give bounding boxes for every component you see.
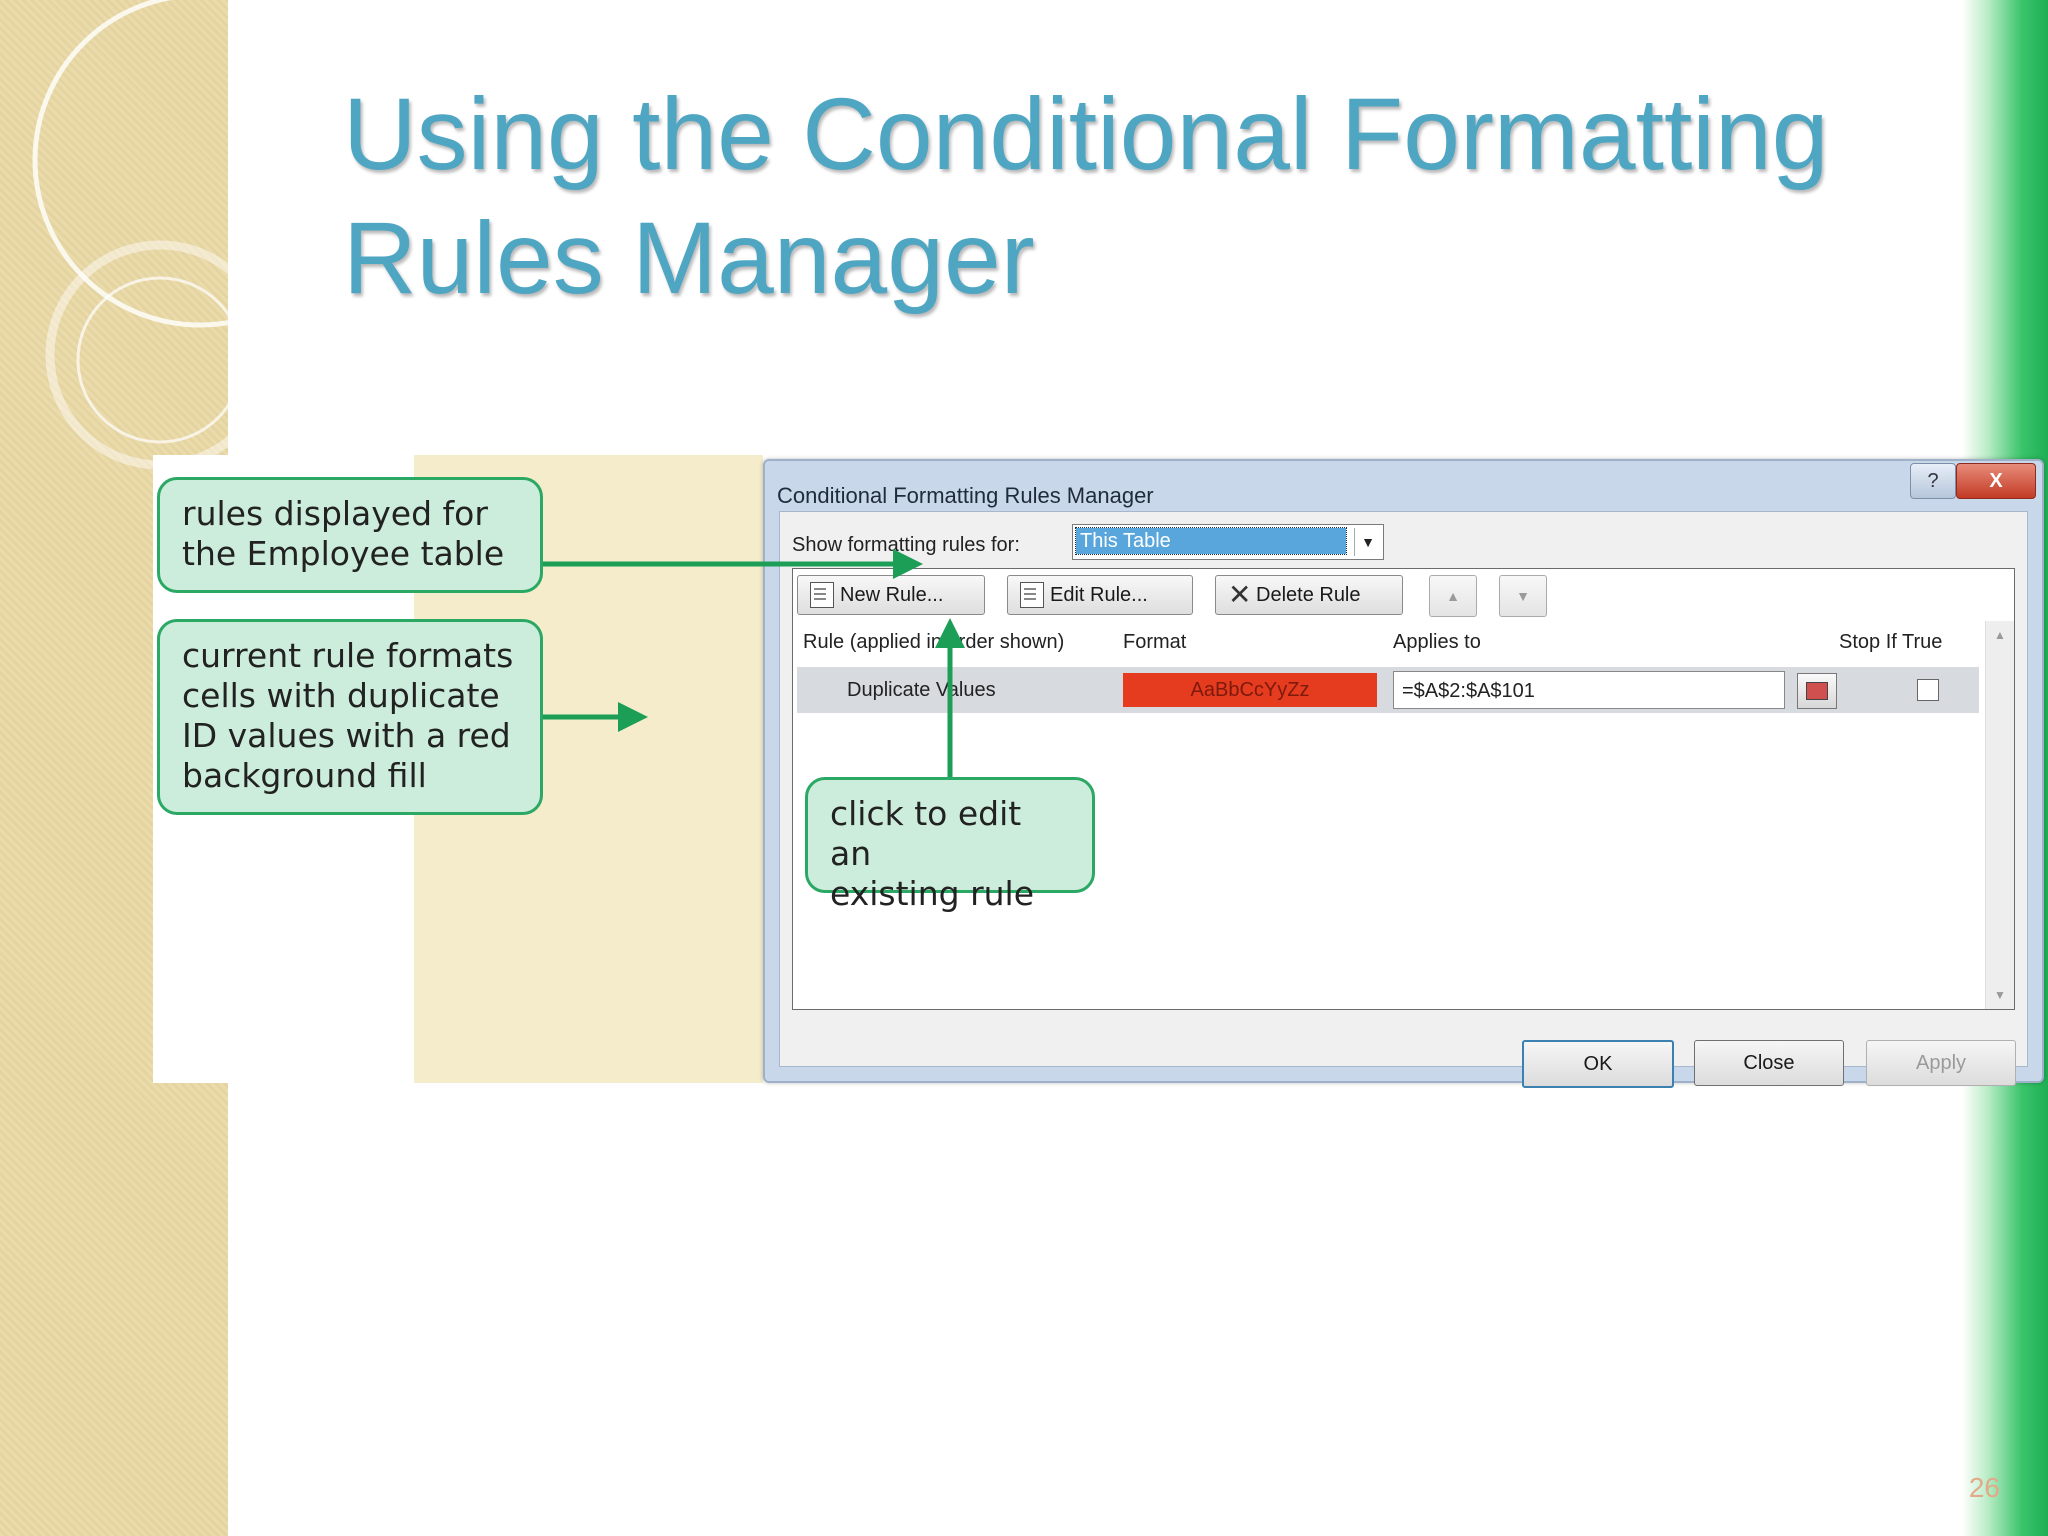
scroll-up-icon[interactable]: ▲ <box>1986 621 2014 649</box>
slide-title-line-1: Using the Conditional Formatting <box>343 77 1829 191</box>
help-button[interactable]: ? <box>1910 463 1956 499</box>
slide-title-line-2: Rules Manager <box>343 201 1035 315</box>
callout-arrows <box>543 549 965 777</box>
screenshot-figure: Conditional Formatting Rules Manager ? X… <box>153 455 2044 1088</box>
dialog-close-button[interactable]: X <box>1956 463 2036 499</box>
stop-if-true-checkbox[interactable] <box>1917 679 1939 701</box>
decorative-rings <box>32 0 228 470</box>
slide-title: Using the Conditional Formatting Rules M… <box>343 72 1943 320</box>
scroll-down-icon[interactable]: ▼ <box>1986 981 2014 1009</box>
page-number: 26 <box>1968 1472 2000 1503</box>
vertical-scrollbar[interactable]: ▲ ▼ <box>1985 621 2014 1009</box>
